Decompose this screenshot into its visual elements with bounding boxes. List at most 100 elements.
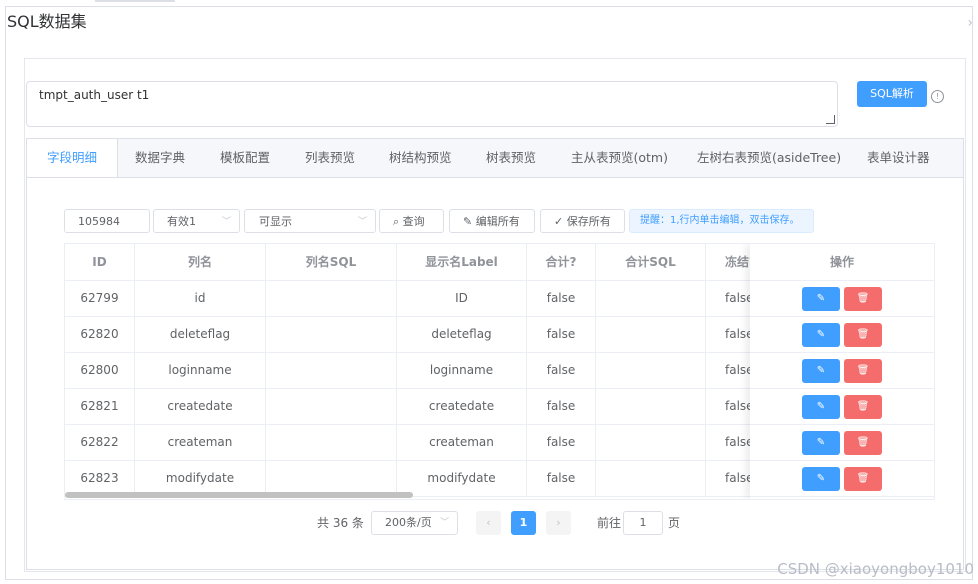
tab-field-detail[interactable]: 字段明细 [27, 139, 118, 177]
next-page-button[interactable]: › [546, 511, 571, 535]
edit-row-button[interactable]: ✎ [802, 287, 840, 311]
horizontal-scrollbar[interactable] [65, 492, 413, 498]
trash-icon: 🗑 [856, 437, 870, 448]
cell-id[interactable]: 62800 [65, 352, 135, 388]
prev-page-button[interactable]: ‹ [476, 511, 501, 535]
cell-column-sql[interactable] [266, 352, 397, 388]
delete-row-button[interactable]: 🗑 [844, 467, 882, 491]
cell-column-name[interactable]: createman [135, 424, 266, 460]
header-actions: 操作 [829, 255, 854, 269]
header-column-sql[interactable]: 列名SQL [266, 244, 397, 280]
edit-row-button[interactable]: ✎ [802, 431, 840, 455]
info-icon[interactable]: ! [931, 90, 944, 103]
trash-icon: 🗑 [856, 473, 870, 484]
valid-select-value: 有效1 [167, 215, 196, 228]
cell-column-name[interactable]: loginname [135, 352, 266, 388]
header-sum[interactable]: 合计? [527, 244, 596, 280]
tab-bar: 字段明细 数据字典 模板配置 列表预览 树结构预览 树表预览 主从表预览(otm… [26, 138, 964, 178]
tab-template-config[interactable]: 模板配置 [220, 139, 270, 177]
cell-id[interactable]: 62799 [65, 280, 135, 316]
query-button[interactable]: ⌕ 查询 [379, 209, 444, 233]
goto-page-input[interactable]: 1 [623, 511, 663, 535]
cell-label[interactable]: loginname [397, 352, 527, 388]
id-filter-input[interactable]: 105984 [64, 209, 150, 233]
cell-sum-sql[interactable] [596, 424, 706, 460]
trash-icon: 🗑 [856, 365, 870, 376]
watermark: CSDN @xiaoyongboy1010 [777, 560, 974, 578]
tab-aside-tree-preview[interactable]: 左树右表预览(asideTree) [697, 139, 841, 177]
sql-parse-button[interactable]: SQL解析 [857, 81, 927, 107]
delete-row-button[interactable]: 🗑 [844, 287, 882, 311]
chevron-down-icon: ﹀ [439, 518, 449, 528]
resize-handle[interactable] [826, 115, 835, 124]
cell-column-name[interactable]: deleteflag [135, 316, 266, 352]
tab-tree-preview[interactable]: 树结构预览 [389, 139, 452, 177]
save-all-button[interactable]: ✓ 保存所有 [540, 209, 625, 233]
cell-column-name[interactable]: createdate [135, 388, 266, 424]
cell-sum-sql[interactable] [596, 352, 706, 388]
edit-icon: ✎ [816, 365, 826, 376]
cell-sum-sql[interactable] [596, 388, 706, 424]
cell-sum[interactable]: false [527, 280, 596, 316]
edit-icon: ✎ [816, 401, 826, 412]
cell-column-sql[interactable] [266, 388, 397, 424]
cell-label[interactable]: ID [397, 280, 527, 316]
tab-list-preview[interactable]: 列表预览 [305, 139, 355, 177]
actions-row: ✎ 🗑 [750, 388, 934, 425]
edit-row-button[interactable]: ✎ [802, 467, 840, 491]
delete-row-button[interactable]: 🗑 [844, 323, 882, 347]
cell-id[interactable]: 62822 [65, 424, 135, 460]
trash-icon: 🗑 [856, 401, 870, 412]
valid-select[interactable]: 有效1 ﹀ [153, 209, 240, 233]
cell-column-name[interactable]: id [135, 280, 266, 316]
top-tab-indicator [95, 0, 175, 2]
cell-sum[interactable]: false [527, 352, 596, 388]
edit-row-button[interactable]: ✎ [802, 395, 840, 419]
header-sum-sql[interactable]: 合计SQL [596, 244, 706, 280]
actions-row: ✎ 🗑 [750, 460, 934, 497]
actions-row: ✎ 🗑 [750, 424, 934, 461]
cell-column-sql[interactable] [266, 460, 397, 496]
cell-sum-sql[interactable] [596, 460, 706, 496]
cell-sum[interactable]: false [527, 388, 596, 424]
tab-form-designer[interactable]: 表单设计器 [867, 139, 930, 177]
cell-column-name[interactable]: modifydate [135, 460, 266, 496]
cell-sum-sql[interactable] [596, 280, 706, 316]
delete-row-button[interactable]: 🗑 [844, 359, 882, 383]
visible-select[interactable]: 可显示 ﹀ [244, 209, 376, 233]
page-number-current[interactable]: 1 [511, 511, 536, 535]
tab-tree-table-preview[interactable]: 树表预览 [486, 139, 536, 177]
header-id[interactable]: ID [65, 244, 135, 280]
edit-all-label: 编辑所有 [475, 215, 520, 228]
visible-select-value: 可显示 [259, 215, 292, 228]
sql-textarea[interactable]: tmpt_auth_user t1 [26, 81, 838, 127]
cell-label[interactable]: createman [397, 424, 527, 460]
cell-label[interactable]: createdate [397, 388, 527, 424]
edit-all-button[interactable]: ✎ 编辑所有 [449, 209, 535, 233]
delete-row-button[interactable]: 🗑 [844, 395, 882, 419]
edit-row-button[interactable]: ✎ [802, 323, 840, 347]
header-column-name[interactable]: 列名 [135, 244, 266, 280]
cell-column-sql[interactable] [266, 424, 397, 460]
cell-label[interactable]: deleteflag [397, 316, 527, 352]
cell-id[interactable]: 62821 [65, 388, 135, 424]
tab-master-detail-preview[interactable]: 主从表预览(otm) [571, 139, 668, 177]
cell-column-sql[interactable] [266, 316, 397, 352]
cell-sum[interactable]: false [527, 460, 596, 496]
cell-sum[interactable]: false [527, 424, 596, 460]
header-label[interactable]: 显示名Label [397, 244, 527, 280]
chevron-right-icon[interactable]: › [967, 15, 973, 31]
delete-row-button[interactable]: 🗑 [844, 431, 882, 455]
cell-id[interactable]: 62823 [65, 460, 135, 496]
trash-icon: 🗑 [856, 329, 870, 340]
tab-data-dictionary[interactable]: 数据字典 [135, 139, 185, 177]
sql-text: tmpt_auth_user t1 [39, 88, 150, 102]
page-size-select[interactable]: 200条/页 ﹀ [371, 511, 458, 535]
chevron-right-icon: › [556, 516, 561, 529]
cell-id[interactable]: 62820 [65, 316, 135, 352]
cell-sum[interactable]: false [527, 316, 596, 352]
cell-sum-sql[interactable] [596, 316, 706, 352]
cell-column-sql[interactable] [266, 280, 397, 316]
cell-label[interactable]: modifydate [397, 460, 527, 496]
edit-row-button[interactable]: ✎ [802, 359, 840, 383]
